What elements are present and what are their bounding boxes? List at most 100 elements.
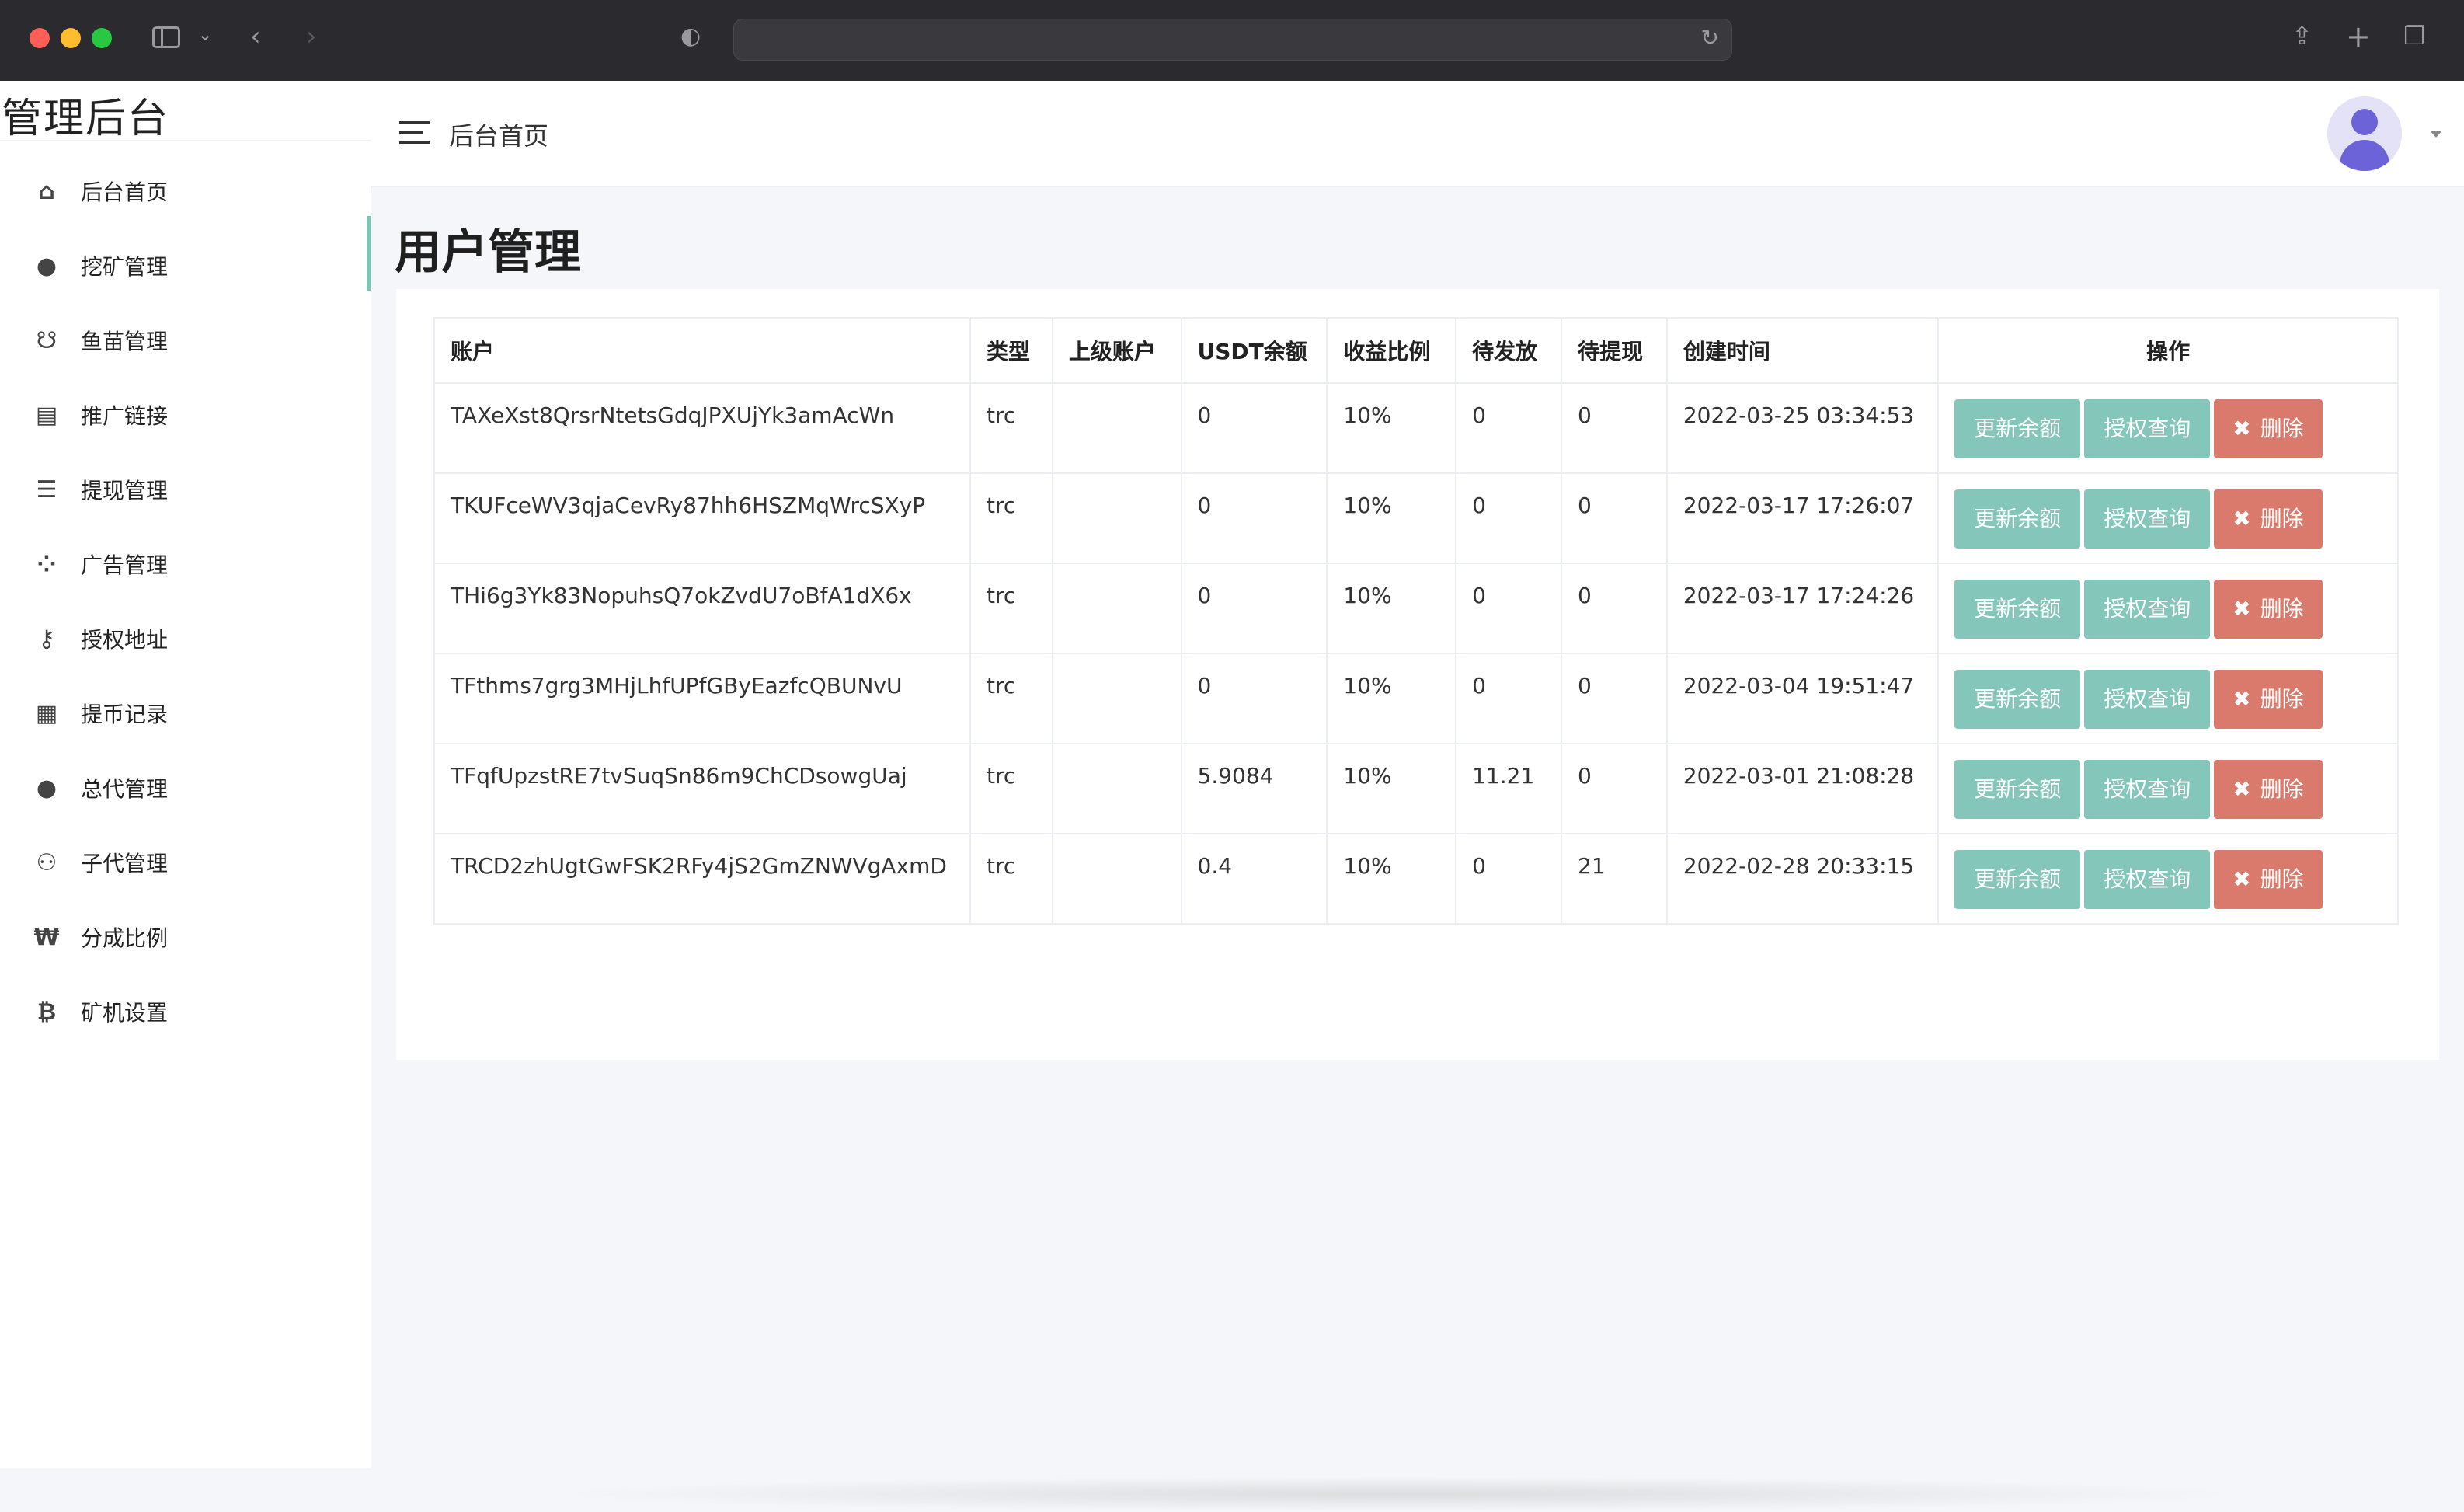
withdraw-cell: 0: [1561, 653, 1668, 744]
actions-cell: 更新余额 授权查询 ✖ 删除: [1937, 653, 2399, 744]
delete-label: 删除: [2260, 776, 2304, 802]
bug-icon: ☋: [36, 326, 57, 354]
sidebar-item-9[interactable]: ⚇ 子代管理: [0, 825, 371, 900]
table-row: TKUFceWV3qjaCevRy87hh6HSZMqWrcSXyP trc 0 10…: [433, 472, 2399, 564]
update-balance-button[interactable]: 更新余额: [1954, 670, 2081, 729]
delete-button[interactable]: ✖ 删除: [2214, 399, 2323, 458]
column-header-parent: 上级账户: [1051, 317, 1182, 384]
auth-query-button[interactable]: 授权查询: [2084, 580, 2211, 639]
shield-icon[interactable]: ◐: [680, 25, 701, 48]
parent-cell: [1051, 743, 1182, 834]
delete-label: 删除: [2260, 416, 2304, 441]
delete-button[interactable]: ✖ 删除: [2214, 760, 2323, 819]
delete-button[interactable]: ✖ 删除: [2214, 670, 2323, 729]
home-icon: ⌂: [38, 177, 55, 205]
column-header-actions: 操作: [1937, 317, 2399, 384]
parent-cell: [1051, 833, 1182, 925]
tab-overview-icon[interactable]: ❐: [2403, 23, 2426, 48]
delete-label: 删除: [2260, 686, 2304, 712]
sidebar-item-label: 推广链接: [81, 403, 169, 429]
file-icon: ▤: [35, 401, 58, 429]
chevron-down-icon[interactable]: ⌄: [197, 25, 213, 44]
new-tab-icon[interactable]: +: [2346, 22, 2371, 51]
back-icon[interactable]: ‹: [250, 23, 261, 50]
parent-cell: [1051, 653, 1182, 744]
close-icon: ✖: [2233, 416, 2251, 441]
withdraw-cell: 0: [1561, 743, 1668, 834]
active-indicator: [367, 216, 371, 291]
update-balance-button[interactable]: 更新余额: [1954, 399, 2081, 458]
parent-cell: [1051, 563, 1182, 654]
browser-toolbar: ⌄ ‹ › ◐ ↻ ⇪ + ❐: [0, 0, 2464, 82]
delete-label: 删除: [2260, 506, 2304, 531]
forward-icon[interactable]: ›: [306, 23, 317, 50]
sidebar-item-3[interactable]: ▤ 推广链接: [0, 378, 371, 452]
minimize-window-button[interactable]: [61, 28, 81, 48]
update-balance-button[interactable]: 更新余额: [1954, 489, 2081, 549]
breadcrumb[interactable]: 后台首页: [449, 117, 548, 152]
sidebar-item-4[interactable]: ☰ 提现管理: [0, 452, 371, 527]
ratio-cell: 10%: [1326, 382, 1457, 474]
sidebar-item-7[interactable]: ▦ 提币记录: [0, 676, 371, 751]
ratio-cell: 10%: [1326, 833, 1457, 925]
browser-sidebar-icon[interactable]: [152, 26, 180, 48]
sidebar-item-1[interactable]: ● 挖矿管理: [0, 228, 371, 303]
actions-cell: 更新余额 授权查询 ✖ 删除: [1937, 563, 2399, 654]
close-icon: ✖: [2233, 506, 2251, 531]
avatar[interactable]: [2327, 96, 2402, 171]
update-balance-button[interactable]: 更新余额: [1954, 580, 2081, 639]
actions-cell: 更新余额 授权查询 ✖ 删除: [1937, 743, 2399, 834]
created-cell: 2022-03-25 03:34:53: [1665, 382, 1940, 474]
grid-icon: ⁘: [37, 550, 57, 578]
users-table: 账户 类型 上级账户 USDT余额 收益比例 待发放 待提现 创建时间 操作 T…: [433, 317, 2399, 925]
column-header-created: 创建时间: [1665, 317, 1940, 384]
key-icon: ⚷: [38, 625, 55, 653]
auth-query-button[interactable]: 授权查询: [2084, 850, 2211, 909]
divider: [0, 140, 371, 141]
created-cell: 2022-03-17 17:24:26: [1665, 563, 1940, 654]
sidebar-item-label: 挖矿管理: [81, 254, 169, 280]
column-header-withdraw: 待提现: [1561, 317, 1668, 384]
type-cell: trc: [969, 743, 1053, 834]
ratio-cell: 10%: [1326, 472, 1457, 564]
share-icon[interactable]: ⇪: [2292, 23, 2313, 48]
users-card: 账户 类型 上级账户 USDT余额 收益比例 待发放 待提现 创建时间 操作 T…: [396, 289, 2439, 1060]
menu-icon[interactable]: [399, 121, 430, 145]
sidebar-item-label: 广告管理: [81, 552, 169, 578]
top-header: 后台首页: [371, 81, 2464, 187]
sidebar-item-2[interactable]: ☋ 鱼苗管理: [0, 303, 371, 378]
ratio-cell: 10%: [1326, 743, 1457, 834]
delete-button[interactable]: ✖ 删除: [2214, 489, 2323, 549]
auth-query-button[interactable]: 授权查询: [2084, 489, 2211, 549]
address-bar[interactable]: ↻: [733, 19, 1732, 61]
sidebar-item-label: 子代管理: [81, 851, 169, 876]
column-header-pending: 待发放: [1455, 317, 1563, 384]
created-cell: 2022-03-17 17:26:07: [1665, 472, 1940, 564]
table-row: TAXeXst8QrsrNtetsGdqJPXUjYk3amAcWn trc 0 10…: [433, 382, 2399, 474]
usdt-cell: 0: [1180, 382, 1328, 474]
sidebar-item-0[interactable]: ⌂ 后台首页: [0, 154, 371, 228]
parent-cell: [1051, 382, 1182, 474]
delete-button[interactable]: ✖ 删除: [2214, 850, 2323, 909]
sidebar-item-8[interactable]: ● 总代管理: [0, 751, 371, 825]
update-balance-button[interactable]: 更新余额: [1954, 850, 2081, 909]
bitcoin-icon: ₿: [37, 998, 57, 1026]
delete-label: 删除: [2260, 596, 2304, 622]
auth-query-button[interactable]: 授权查询: [2084, 760, 2211, 819]
account-cell: TFthms7grg3MHjLhfUPfGByEazfcQBUNvU: [433, 653, 971, 744]
maximize-window-button[interactable]: [92, 28, 112, 48]
auth-query-button[interactable]: 授权查询: [2084, 399, 2211, 458]
caret-down-icon[interactable]: [2430, 131, 2442, 138]
pending-cell: 0: [1455, 653, 1563, 744]
sidebar-item-5[interactable]: ⁘ 广告管理: [0, 527, 371, 601]
auth-query-button[interactable]: 授权查询: [2084, 670, 2211, 729]
close-window-button[interactable]: [30, 28, 50, 48]
reload-icon[interactable]: ↻: [1701, 27, 1719, 49]
close-icon: ✖: [2233, 866, 2251, 892]
sidebar-item-10[interactable]: ₩ 分成比例: [0, 900, 371, 974]
update-balance-button[interactable]: 更新余额: [1954, 760, 2081, 819]
delete-button[interactable]: ✖ 删除: [2214, 580, 2323, 639]
sidebar-item-6[interactable]: ⚷ 授权地址: [0, 601, 371, 676]
created-cell: 2022-03-01 21:08:28: [1665, 743, 1940, 834]
sidebar-item-11[interactable]: ₿ 矿机设置: [0, 974, 371, 1049]
